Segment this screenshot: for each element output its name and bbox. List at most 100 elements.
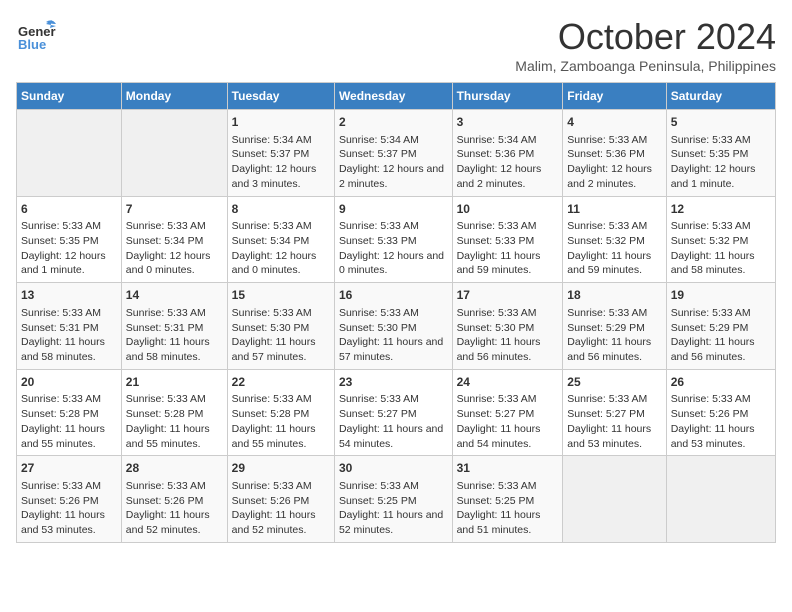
calendar-cell: 16Sunrise: 5:33 AMSunset: 5:30 PMDayligh…: [334, 283, 452, 370]
day-info: Sunrise: 5:33 AM: [671, 219, 771, 234]
day-info: Sunset: 5:28 PM: [126, 407, 223, 422]
calendar-cell: 17Sunrise: 5:33 AMSunset: 5:30 PMDayligh…: [452, 283, 563, 370]
day-info: Sunrise: 5:34 AM: [457, 133, 559, 148]
calendar-cell: 21Sunrise: 5:33 AMSunset: 5:28 PMDayligh…: [121, 369, 227, 456]
day-info: Sunrise: 5:33 AM: [457, 479, 559, 494]
calendar-cell: 1Sunrise: 5:34 AMSunset: 5:37 PMDaylight…: [227, 110, 334, 197]
day-info: Sunset: 5:26 PM: [126, 494, 223, 509]
day-info: Sunset: 5:32 PM: [671, 234, 771, 249]
day-info: Daylight: 11 hours and 51 minutes.: [457, 508, 559, 537]
day-info: Sunset: 5:35 PM: [21, 234, 117, 249]
day-info: Sunrise: 5:33 AM: [21, 479, 117, 494]
day-info: Sunrise: 5:33 AM: [671, 133, 771, 148]
day-info: Sunset: 5:30 PM: [457, 321, 559, 336]
day-info: Sunrise: 5:33 AM: [232, 219, 330, 234]
day-info: Sunrise: 5:33 AM: [339, 219, 448, 234]
day-info: Sunrise: 5:34 AM: [339, 133, 448, 148]
location-subtitle: Malim, Zamboanga Peninsula, Philippines: [515, 58, 776, 74]
day-info: Sunset: 5:27 PM: [567, 407, 661, 422]
calendar-cell: 18Sunrise: 5:33 AMSunset: 5:29 PMDayligh…: [563, 283, 666, 370]
day-info: Sunrise: 5:33 AM: [567, 219, 661, 234]
day-info: Daylight: 11 hours and 58 minutes.: [126, 335, 223, 364]
day-info: Daylight: 12 hours and 3 minutes.: [232, 162, 330, 191]
day-info: Sunset: 5:26 PM: [671, 407, 771, 422]
calendar-header-row: SundayMondayTuesdayWednesdayThursdayFrid…: [17, 83, 776, 110]
logo-icon: General Blue: [16, 16, 56, 56]
calendar-cell: 11Sunrise: 5:33 AMSunset: 5:32 PMDayligh…: [563, 196, 666, 283]
day-header-sunday: Sunday: [17, 83, 122, 110]
day-number: 24: [457, 374, 559, 391]
calendar-cell: 6Sunrise: 5:33 AMSunset: 5:35 PMDaylight…: [17, 196, 122, 283]
calendar-table: SundayMondayTuesdayWednesdayThursdayFrid…: [16, 82, 776, 543]
day-number: 28: [126, 460, 223, 477]
day-info: Daylight: 11 hours and 54 minutes.: [339, 422, 448, 451]
week-row-3: 20Sunrise: 5:33 AMSunset: 5:28 PMDayligh…: [17, 369, 776, 456]
day-info: Sunset: 5:31 PM: [126, 321, 223, 336]
day-number: 10: [457, 201, 559, 218]
day-number: 9: [339, 201, 448, 218]
day-number: 7: [126, 201, 223, 218]
day-info: Sunset: 5:35 PM: [671, 147, 771, 162]
day-header-monday: Monday: [121, 83, 227, 110]
day-info: Daylight: 11 hours and 54 minutes.: [457, 422, 559, 451]
week-row-1: 6Sunrise: 5:33 AMSunset: 5:35 PMDaylight…: [17, 196, 776, 283]
day-info: Sunset: 5:28 PM: [232, 407, 330, 422]
calendar-cell: [563, 456, 666, 543]
day-header-friday: Friday: [563, 83, 666, 110]
day-number: 26: [671, 374, 771, 391]
calendar-cell: 13Sunrise: 5:33 AMSunset: 5:31 PMDayligh…: [17, 283, 122, 370]
day-number: 12: [671, 201, 771, 218]
logo: General Blue: [16, 16, 56, 61]
day-info: Sunrise: 5:33 AM: [567, 392, 661, 407]
day-number: 14: [126, 287, 223, 304]
day-number: 18: [567, 287, 661, 304]
day-info: Daylight: 12 hours and 1 minute.: [671, 162, 771, 191]
calendar-cell: 14Sunrise: 5:33 AMSunset: 5:31 PMDayligh…: [121, 283, 227, 370]
day-info: Sunset: 5:28 PM: [21, 407, 117, 422]
day-info: Sunrise: 5:33 AM: [671, 392, 771, 407]
day-info: Daylight: 12 hours and 2 minutes.: [567, 162, 661, 191]
calendar-cell: 12Sunrise: 5:33 AMSunset: 5:32 PMDayligh…: [666, 196, 775, 283]
calendar-cell: 15Sunrise: 5:33 AMSunset: 5:30 PMDayligh…: [227, 283, 334, 370]
calendar-cell: 2Sunrise: 5:34 AMSunset: 5:37 PMDaylight…: [334, 110, 452, 197]
day-info: Sunrise: 5:33 AM: [232, 392, 330, 407]
day-header-thursday: Thursday: [452, 83, 563, 110]
day-info: Sunrise: 5:33 AM: [126, 479, 223, 494]
week-row-2: 13Sunrise: 5:33 AMSunset: 5:31 PMDayligh…: [17, 283, 776, 370]
calendar-cell: 9Sunrise: 5:33 AMSunset: 5:33 PMDaylight…: [334, 196, 452, 283]
day-number: 27: [21, 460, 117, 477]
calendar-cell: 5Sunrise: 5:33 AMSunset: 5:35 PMDaylight…: [666, 110, 775, 197]
day-info: Sunset: 5:36 PM: [457, 147, 559, 162]
calendar-cell: 23Sunrise: 5:33 AMSunset: 5:27 PMDayligh…: [334, 369, 452, 456]
day-info: Daylight: 11 hours and 55 minutes.: [21, 422, 117, 451]
day-number: 1: [232, 114, 330, 131]
day-number: 25: [567, 374, 661, 391]
day-info: Sunset: 5:33 PM: [339, 234, 448, 249]
day-info: Sunrise: 5:33 AM: [567, 306, 661, 321]
day-info: Sunrise: 5:33 AM: [126, 219, 223, 234]
day-info: Sunset: 5:26 PM: [232, 494, 330, 509]
calendar-cell: 22Sunrise: 5:33 AMSunset: 5:28 PMDayligh…: [227, 369, 334, 456]
day-info: Sunset: 5:25 PM: [339, 494, 448, 509]
calendar-cell: 30Sunrise: 5:33 AMSunset: 5:25 PMDayligh…: [334, 456, 452, 543]
day-number: 15: [232, 287, 330, 304]
day-info: Sunset: 5:37 PM: [232, 147, 330, 162]
day-info: Sunset: 5:30 PM: [339, 321, 448, 336]
day-info: Sunrise: 5:33 AM: [339, 306, 448, 321]
day-info: Sunrise: 5:33 AM: [126, 392, 223, 407]
day-info: Daylight: 11 hours and 55 minutes.: [232, 422, 330, 451]
day-info: Sunrise: 5:33 AM: [21, 219, 117, 234]
svg-text:Blue: Blue: [18, 37, 46, 52]
day-info: Daylight: 11 hours and 53 minutes.: [21, 508, 117, 537]
day-number: 21: [126, 374, 223, 391]
day-info: Daylight: 11 hours and 58 minutes.: [21, 335, 117, 364]
calendar-cell: 27Sunrise: 5:33 AMSunset: 5:26 PMDayligh…: [17, 456, 122, 543]
day-header-tuesday: Tuesday: [227, 83, 334, 110]
day-info: Sunrise: 5:33 AM: [21, 306, 117, 321]
day-info: Sunrise: 5:33 AM: [339, 479, 448, 494]
title-block: October 2024 Malim, Zamboanga Peninsula,…: [515, 16, 776, 74]
day-info: Sunset: 5:32 PM: [567, 234, 661, 249]
day-info: Sunset: 5:29 PM: [671, 321, 771, 336]
day-number: 22: [232, 374, 330, 391]
day-number: 31: [457, 460, 559, 477]
